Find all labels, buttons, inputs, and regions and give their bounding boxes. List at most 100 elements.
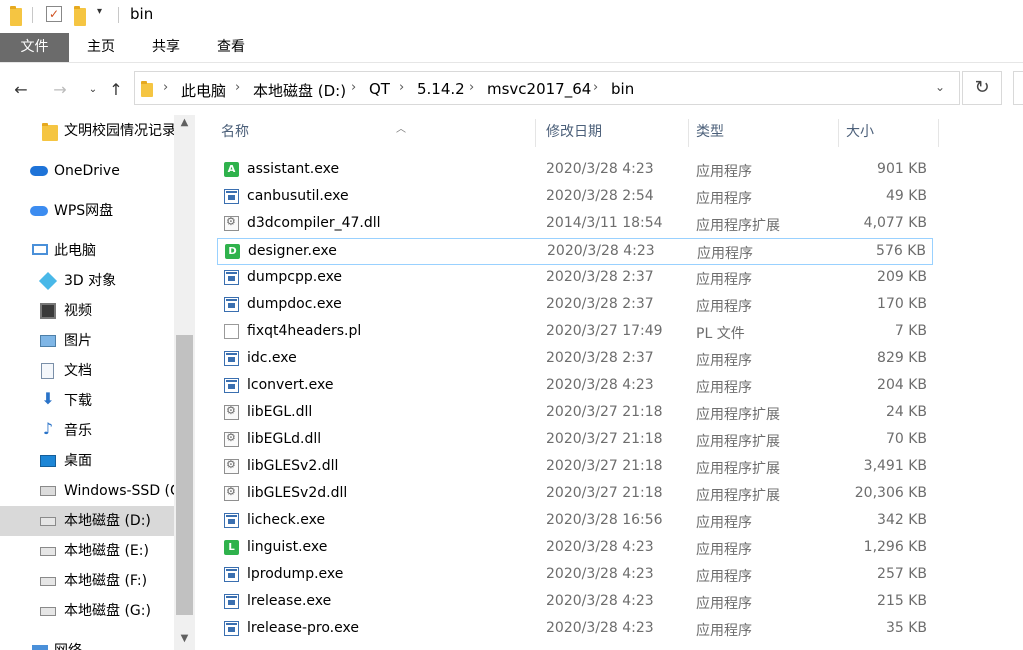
- breadcrumb-separator-icon[interactable]: ›: [593, 80, 598, 95]
- file-row[interactable]: licheck.exe 2020/3/28 16:56 应用程序 342 KB: [217, 508, 933, 535]
- nav-item-drive-e[interactable]: 本地磁盘 (E:): [0, 536, 174, 566]
- column-divider[interactable]: [938, 119, 939, 147]
- file-row[interactable]: dumpdoc.exe 2020/3/28 2:37 应用程序 170 KB: [217, 292, 933, 319]
- file-type: 应用程序: [696, 515, 752, 531]
- column-header-size[interactable]: 大小: [846, 115, 936, 149]
- file-date: 2020/3/27 21:18: [546, 431, 663, 447]
- desktop-icon: [40, 455, 56, 467]
- divider: [118, 7, 119, 23]
- file-size: 170 KB: [877, 296, 927, 312]
- file-type: 应用程序: [696, 164, 752, 180]
- sort-ascending-icon: ︿: [396, 124, 406, 135]
- file-type: 应用程序扩展: [696, 407, 780, 423]
- file-name: lrelease.exe: [247, 593, 332, 609]
- file-type: 应用程序: [696, 272, 752, 288]
- breadcrumb-qt[interactable]: QT: [369, 80, 390, 98]
- exe-icon: [224, 567, 239, 582]
- nav-item-videos[interactable]: 视频: [0, 296, 174, 326]
- file-row[interactable]: lconvert.exe 2020/3/28 4:23 应用程序 204 KB: [217, 373, 933, 400]
- file-type: 应用程序: [696, 353, 752, 369]
- file-row[interactable]: d3dcompiler_47.dll 2014/3/11 18:54 应用程序扩展 4…: [217, 211, 933, 238]
- nav-item-pictures[interactable]: 图片: [0, 326, 174, 356]
- forward-arrow-icon[interactable]: →: [51, 81, 69, 99]
- file-date: 2020/3/28 4:23: [546, 593, 654, 609]
- column-header-type[interactable]: 类型: [696, 115, 836, 149]
- file-type: PL 文件: [696, 326, 745, 342]
- address-bar[interactable]: › 此电脑 › 本地磁盘 (D:) › QT › 5.14.2 › msvc20…: [134, 71, 960, 105]
- file-row[interactable]: libGLESv2.dll 2020/3/27 21:18 应用程序扩展 3,491 …: [217, 454, 933, 481]
- nav-item-wps[interactable]: WPS网盘: [0, 196, 174, 226]
- breadcrumb-separator-icon[interactable]: ›: [351, 80, 356, 95]
- back-arrow-icon[interactable]: ←: [12, 81, 30, 99]
- nav-item-network[interactable]: 网络: [0, 636, 174, 650]
- exe-icon: [224, 351, 239, 366]
- file-row[interactable]: lprodump.exe 2020/3/28 4:23 应用程序 257 KB: [217, 562, 933, 589]
- scroll-up-arrow-icon[interactable]: ▲: [174, 117, 195, 128]
- refresh-icon[interactable]: ↻: [962, 71, 1002, 105]
- file-row[interactable]: libEGLd.dll 2020/3/27 21:18 应用程序扩展 70 KB: [217, 427, 933, 454]
- file-row[interactable]: libEGL.dll 2020/3/27 21:18 应用程序扩展 24 KB: [217, 400, 933, 427]
- window-title: bin: [130, 5, 154, 23]
- column-divider[interactable]: [535, 119, 536, 147]
- file-row[interactable]: Aassistant.exe 2020/3/28 4:23 应用程序 901 KB: [217, 157, 933, 184]
- file-type: 应用程序扩展: [696, 461, 780, 477]
- nav-item-3d-objects[interactable]: 3D 对象: [0, 266, 174, 296]
- breadcrumb-drive-d[interactable]: 本地磁盘 (D:): [253, 80, 346, 101]
- qt-designer-icon: D: [225, 244, 240, 259]
- column-divider[interactable]: [838, 119, 839, 147]
- file-row[interactable]: canbusutil.exe 2020/3/28 2:54 应用程序 49 KB: [217, 184, 933, 211]
- breadcrumb-msvc[interactable]: msvc2017_64: [487, 80, 591, 98]
- breadcrumb-bin[interactable]: bin: [611, 80, 634, 98]
- breadcrumb-separator-icon[interactable]: ›: [469, 80, 474, 95]
- tab-home[interactable]: 主页: [74, 33, 128, 62]
- nav-item-drive-f[interactable]: 本地磁盘 (F:): [0, 566, 174, 596]
- file-row[interactable]: lrelease-pro.exe 2020/3/28 4:23 应用程序 35 KB: [217, 616, 933, 643]
- file-date: 2020/3/27 21:18: [546, 485, 663, 501]
- breadcrumb-this-pc[interactable]: 此电脑: [181, 80, 226, 101]
- ribbon-tabs: 文件 主页 共享 查看: [0, 33, 1023, 63]
- scroll-down-arrow-icon[interactable]: ▼: [174, 633, 195, 644]
- nav-item-documents[interactable]: 文档: [0, 356, 174, 386]
- file-row[interactable]: fixqt4headers.pl 2020/3/27 17:49 PL 文件 7 KB: [217, 319, 933, 346]
- tab-share[interactable]: 共享: [138, 33, 194, 62]
- column-divider[interactable]: [688, 119, 689, 147]
- breadcrumb-separator-icon[interactable]: ›: [399, 80, 404, 95]
- nav-item-music[interactable]: ♪ 音乐: [0, 416, 174, 446]
- nav-item-drive-d[interactable]: 本地磁盘 (D:): [0, 506, 174, 536]
- file-row[interactable]: libGLESv2d.dll 2020/3/27 21:18 应用程序扩展 20,30…: [217, 481, 933, 508]
- file-row[interactable]: Ddesigner.exe 2020/3/28 4:23 应用程序 576 KB: [217, 238, 933, 265]
- cloud-icon: [30, 166, 48, 176]
- file-name: d3dcompiler_47.dll: [247, 215, 381, 231]
- column-header-date[interactable]: 修改日期: [546, 115, 686, 149]
- nav-item-folder[interactable]: 文明校园情况记录: [0, 116, 174, 146]
- properties-icon[interactable]: ✓: [46, 6, 62, 22]
- nav-item-onedrive[interactable]: OneDrive: [0, 156, 174, 186]
- search-input[interactable]: [1013, 71, 1023, 105]
- nav-item-downloads[interactable]: ⬇ 下载: [0, 386, 174, 416]
- folder-icon: [10, 6, 22, 26]
- customize-quick-access-icon[interactable]: ▾: [97, 6, 102, 24]
- breadcrumb-separator-icon[interactable]: ›: [163, 80, 168, 95]
- new-folder-icon[interactable]: [74, 6, 86, 26]
- nav-item-drive-c[interactable]: Windows-SSD (C:): [0, 476, 174, 506]
- file-row[interactable]: lrelease.exe 2020/3/28 4:23 应用程序 215 KB: [217, 589, 933, 616]
- file-row[interactable]: Llinguist.exe 2020/3/28 4:23 应用程序 1,296 KB: [217, 535, 933, 562]
- nav-item-this-pc[interactable]: 此电脑: [0, 236, 174, 266]
- navigation-scrollbar[interactable]: ▲ ▼: [174, 115, 195, 650]
- address-history-chevron-icon[interactable]: ⌄: [935, 80, 945, 94]
- file-row[interactable]: dumpcpp.exe 2020/3/28 2:37 应用程序 209 KB: [217, 265, 933, 292]
- drive-icon: [40, 607, 56, 616]
- tab-file[interactable]: 文件: [0, 33, 69, 62]
- nav-item-drive-g[interactable]: 本地磁盘 (G:): [0, 596, 174, 626]
- file-name: lrelease-pro.exe: [247, 620, 359, 636]
- file-row[interactable]: idc.exe 2020/3/28 2:37 应用程序 829 KB: [217, 346, 933, 373]
- column-header-name[interactable]: 名称 ︿: [221, 115, 521, 149]
- up-arrow-icon[interactable]: ↑: [107, 81, 125, 99]
- nav-item-desktop[interactable]: 桌面: [0, 446, 174, 476]
- tab-view[interactable]: 查看: [204, 33, 258, 62]
- recent-locations-chevron-icon[interactable]: ⌄: [84, 81, 102, 99]
- breadcrumb-version[interactable]: 5.14.2: [417, 80, 465, 98]
- file-date: 2020/3/28 16:56: [546, 512, 663, 528]
- breadcrumb-separator-icon[interactable]: ›: [235, 80, 240, 95]
- scrollbar-thumb[interactable]: [176, 335, 193, 615]
